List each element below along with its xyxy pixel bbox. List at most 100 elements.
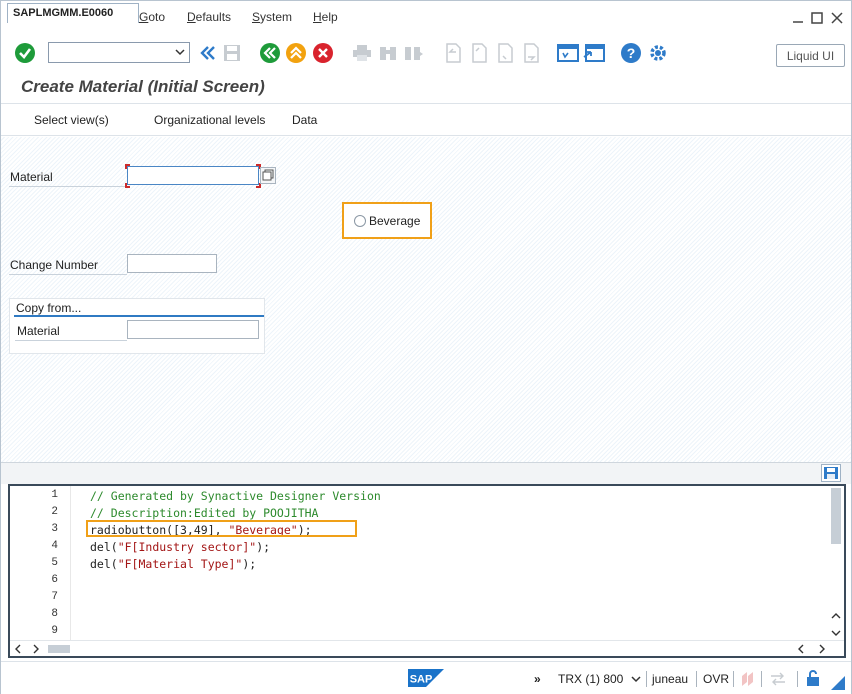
chevron-down-icon[interactable]: [175, 48, 185, 56]
scroll-up-icon[interactable]: [831, 612, 841, 620]
transfer-icon: [771, 672, 785, 686]
status-separator: [696, 671, 697, 687]
scroll-left-end-icon[interactable]: [797, 644, 805, 654]
editor-tab[interactable]: SAPLMGMM.E0060: [7, 3, 139, 23]
close-window-icon[interactable]: [830, 11, 844, 25]
help-button[interactable]: ?: [620, 42, 642, 64]
copy-material-label: Material: [17, 324, 60, 338]
data-button[interactable]: Data: [292, 113, 317, 127]
line-number: 4: [51, 540, 58, 552]
sap-logo-text: SAP: [410, 674, 433, 686]
organizational-levels-button[interactable]: Organizational levels: [154, 113, 265, 127]
find-button: [377, 42, 399, 64]
horizontal-scroll-thumb[interactable]: [48, 645, 70, 653]
editor-tab-bar: [1, 462, 851, 484]
line-number: 6: [51, 574, 58, 586]
generate-shortcut-button[interactable]: [583, 42, 605, 64]
menu-goto-mnemonic: G: [139, 10, 149, 24]
beverage-radio-button[interactable]: [354, 215, 366, 227]
vertical-scroll-thumb[interactable]: [831, 488, 841, 544]
last-page-icon: [524, 43, 539, 63]
code-token: );: [242, 557, 257, 571]
line-number: 2: [51, 506, 58, 518]
save-script-icon: [824, 467, 838, 479]
menu-system-label: ystem: [260, 10, 293, 24]
change-number-input[interactable]: [127, 254, 217, 273]
gutter-divider: [70, 486, 71, 641]
print-button: [351, 42, 373, 64]
select-views-button[interactable]: Select view(s): [34, 113, 109, 127]
shortcut-icon: [583, 44, 605, 62]
copy-from-title: Copy from...: [16, 301, 82, 315]
command-field[interactable]: [48, 42, 190, 63]
first-page-icon: [446, 43, 461, 63]
menu-system[interactable]: System: [252, 10, 292, 24]
scroll-right-icon[interactable]: [32, 644, 40, 654]
line-number: 3: [51, 523, 58, 535]
code-line-comment: // Generated by Synactive Designer Versi…: [90, 489, 381, 503]
insert-mode: OVR: [703, 672, 730, 686]
next-page-button: [494, 42, 516, 64]
checkmark-icon: [15, 43, 35, 63]
line-number: 1: [51, 489, 58, 501]
customize-layout-button[interactable]: [647, 42, 669, 64]
search-help-button[interactable]: [260, 167, 276, 184]
exit-icon: [286, 43, 306, 63]
copy-material-input[interactable]: [127, 320, 259, 339]
line-number: 5: [51, 557, 58, 569]
editor-save-button[interactable]: [821, 464, 841, 482]
status-expand-chevron[interactable]: »: [534, 672, 541, 686]
material-input[interactable]: [127, 166, 259, 185]
required-marker-top-left: [125, 164, 130, 169]
back-button[interactable]: [259, 42, 281, 64]
editor-vertical-scrollbar[interactable]: [830, 488, 842, 639]
value-help-icon: [262, 169, 274, 181]
double-chevron-left-icon: [200, 46, 215, 60]
create-session-button[interactable]: [557, 42, 579, 64]
required-marker-bottom-left: [125, 183, 130, 188]
menu-defaults[interactable]: Defaults: [187, 10, 231, 24]
user-name: juneau: [652, 672, 689, 686]
save-button: [221, 42, 243, 64]
menu-help[interactable]: Help: [313, 10, 338, 24]
enter-button[interactable]: [14, 42, 36, 64]
scroll-down-icon[interactable]: [831, 629, 841, 637]
menu-goto-label: oto: [148, 10, 166, 24]
exit-button[interactable]: [285, 42, 307, 64]
menu-system-mnemonic: S: [252, 10, 261, 24]
resize-grip-icon[interactable]: [831, 676, 845, 690]
sap-logo: SAP: [408, 669, 444, 687]
material-label: Material: [10, 170, 53, 184]
menu-defaults-label: efaults: [195, 10, 232, 24]
maximize-icon[interactable]: [810, 11, 824, 25]
beverage-radio-label[interactable]: Beverage: [369, 214, 420, 228]
new-session-icon: [557, 44, 579, 62]
binoculars-icon: [380, 47, 396, 60]
binoculars-next-icon: [405, 47, 423, 60]
script-editor[interactable]: 1 2 3 4 5 6 7 8 9 // Generated by Synact…: [8, 484, 846, 658]
expand-toolbar-button[interactable]: [197, 42, 219, 64]
scroll-left-icon[interactable]: [14, 644, 22, 654]
status-separator: [761, 671, 762, 687]
cancel-button[interactable]: [312, 42, 334, 64]
first-page-button: [442, 42, 464, 64]
editor-horizontal-scrollbar[interactable]: [10, 640, 844, 656]
code-string: "F[Industry sector]": [117, 540, 257, 554]
liquid-ui-label: Liquid UI: [786, 48, 835, 63]
previous-page-button: [468, 42, 490, 64]
code-line-del-material-type: del("F[Material Type]");: [90, 557, 256, 571]
back-icon: [260, 43, 280, 63]
liquid-ui-button[interactable]: Liquid UI: [776, 44, 845, 67]
minimize-icon[interactable]: [791, 11, 805, 25]
next-page-icon: [498, 43, 513, 63]
chevron-down-icon[interactable]: [631, 675, 641, 683]
code-line-comment: // Description:Edited by POOJITHA: [90, 506, 319, 520]
line-number: 8: [51, 608, 58, 620]
menu-goto[interactable]: Goto: [139, 10, 165, 24]
save-disk-icon: [224, 45, 240, 61]
gear-icon: [650, 45, 666, 61]
line-number: 7: [51, 591, 58, 603]
menu-help-label: elp: [321, 10, 338, 24]
lock-icon[interactable]: [805, 669, 821, 687]
scroll-right-end-icon[interactable]: [818, 644, 826, 654]
